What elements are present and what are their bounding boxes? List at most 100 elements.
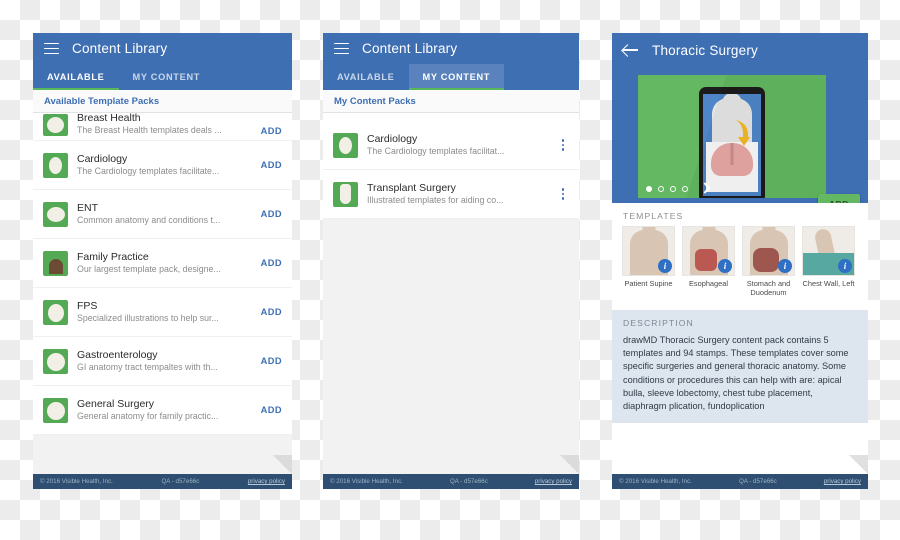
footer-bar: © 2016 Visible Health, Inc. QA - d57e66c… [612, 474, 868, 489]
template-caption: Patient Supine [624, 279, 673, 288]
pack-subtitle: Specialized illustrations to help sur... [77, 313, 219, 323]
carousel-dot-2[interactable] [658, 185, 664, 192]
row-text: Gastroenterology GI anatomy tract tempal… [77, 349, 255, 373]
pack-subtitle: Illustrated templates for aiding co... [367, 195, 504, 205]
app-bar-panel2: Content Library AVAILABLE MY CONTENT [323, 33, 579, 90]
info-icon[interactable]: i [838, 259, 852, 273]
table-row[interactable]: FPS Specialized illustrations to help su… [33, 288, 292, 337]
table-row[interactable]: Family Practice Our largest template pac… [33, 239, 292, 288]
pack-title: Family Practice [77, 251, 149, 263]
template-item[interactable]: i Stomach and Duodenum [742, 226, 795, 297]
tab-available[interactable]: AVAILABLE [323, 64, 409, 90]
pack-subtitle: GI anatomy tract tempaltes with th... [77, 362, 218, 372]
pack-title: FPS [77, 300, 98, 312]
description-section: DESCRIPTION drawMD Thoracic Surgery cont… [612, 310, 868, 424]
table-row[interactable]: Cardiology The Cardiology templates faci… [323, 121, 579, 170]
app-bar-panel3: Thoracic Surgery [612, 33, 868, 67]
pack-subtitle: The Breast Health templates deals ... [77, 125, 222, 135]
pack-thumbnail [43, 152, 68, 178]
title-bar-panel1: Content Library [33, 33, 292, 64]
templates-section: TEMPLATES i Patient Supine i Esophageal [612, 203, 868, 305]
row-text: ENT Common anatomy and conditions t... [77, 202, 255, 226]
pack-thumbnail [43, 348, 68, 374]
table-row[interactable]: Gastroenterology GI anatomy tract tempal… [33, 337, 292, 386]
add-button[interactable]: ADD [261, 307, 282, 317]
info-icon[interactable]: i [778, 259, 792, 273]
panel-pack-detail-thoracic-surgery: Thoracic Surgery ADD [612, 33, 868, 489]
row-text: Breast Health The Breast Health template… [77, 112, 255, 136]
carousel-dot-1[interactable] [646, 185, 652, 192]
table-row[interactable]: Transplant Surgery Illustrated templates… [323, 170, 579, 219]
template-item[interactable]: i Chest Wall, Left [802, 226, 855, 297]
hamburger-icon[interactable] [44, 42, 59, 55]
row-text: FPS Specialized illustrations to help su… [77, 300, 255, 324]
annotation-arrow-icon [725, 120, 750, 146]
template-thumbnail[interactable]: i [742, 226, 795, 276]
table-row[interactable]: Breast Health The Breast Health template… [33, 112, 292, 141]
tab-bar-panel2: AVAILABLE MY CONTENT [323, 64, 579, 90]
table-row[interactable]: Cardiology The Cardiology templates faci… [33, 141, 292, 190]
template-thumbnail[interactable]: i [802, 226, 855, 276]
pack-title: General Surgery [77, 398, 155, 410]
phone-screen [703, 94, 761, 196]
hero-image [638, 75, 826, 198]
privacy-policy-link[interactable]: privacy policy [824, 478, 861, 485]
carousel-dots[interactable] [646, 184, 710, 193]
pack-subtitle: General anatomy for family practic... [77, 411, 219, 421]
pack-thumbnail [43, 114, 68, 136]
carousel-dot-3[interactable] [670, 185, 676, 192]
footer-build: QA - d57e66c [738, 478, 777, 485]
my-content-pack-list[interactable]: Cardiology The Cardiology templates faci… [323, 113, 579, 219]
footer-bar: © 2016 Visible Health, Inc. QA - d57e66c… [33, 474, 292, 489]
carousel-dot-4[interactable] [682, 185, 688, 192]
add-button[interactable]: ADD [261, 126, 282, 136]
pack-subtitle: Common anatomy and conditions t... [77, 215, 221, 225]
page-title: Thoracic Surgery [652, 42, 758, 58]
app-bar-panel1: Content Library AVAILABLE MY CONTENT [33, 33, 292, 90]
info-icon[interactable]: i [718, 259, 732, 273]
pack-thumbnail [333, 132, 358, 158]
templates-thumbnail-row[interactable]: i Patient Supine i Esophageal i Stomach … [612, 226, 868, 305]
privacy-policy-link[interactable]: privacy policy [248, 478, 285, 485]
table-row[interactable]: General Surgery General anatomy for fami… [33, 386, 292, 435]
row-text: Cardiology The Cardiology templates faci… [77, 153, 255, 177]
add-button[interactable]: ADD [261, 356, 282, 366]
pack-subtitle: Our largest template pack, designe... [77, 264, 221, 274]
template-thumbnail[interactable]: i [682, 226, 735, 276]
privacy-policy-link[interactable]: privacy policy [535, 478, 572, 485]
add-button[interactable]: ADD [261, 258, 282, 268]
row-text: Transplant Surgery Illustrated templates… [367, 182, 551, 206]
add-pack-button[interactable]: ADD [817, 194, 860, 203]
head-illustration [722, 94, 742, 118]
chevron-right-icon[interactable] [701, 184, 710, 193]
hamburger-icon[interactable] [334, 42, 349, 55]
pack-hero-carousel[interactable]: ADD [612, 67, 868, 203]
overflow-menu-icon[interactable] [557, 188, 569, 200]
pack-subtitle: The Cardiology templates facilitat... [367, 146, 505, 156]
footer-bar: © 2016 Visible Health, Inc. QA - d57e66c… [323, 474, 579, 489]
template-caption: Chest Wall, Left [802, 279, 855, 288]
info-icon[interactable]: i [658, 259, 672, 273]
add-button[interactable]: ADD [261, 160, 282, 170]
row-text: Family Practice Our largest template pac… [77, 251, 255, 275]
template-pack-list[interactable]: Breast Health The Breast Health template… [33, 112, 292, 435]
template-thumbnail[interactable]: i [622, 226, 675, 276]
page-title: Content Library [72, 41, 168, 56]
back-arrow-icon[interactable] [623, 43, 639, 57]
tab-my-content[interactable]: MY CONTENT [119, 64, 215, 90]
row-text: Cardiology The Cardiology templates faci… [367, 133, 551, 157]
title-bar-panel2: Content Library [323, 33, 579, 64]
footer-build: QA - d57e66c [161, 478, 200, 485]
pack-title: ENT [77, 202, 98, 214]
add-button[interactable]: ADD [261, 405, 282, 415]
description-text: drawMD Thoracic Surgery content pack con… [623, 335, 849, 412]
add-button[interactable]: ADD [261, 209, 282, 219]
description-label: DESCRIPTION [623, 318, 694, 328]
page-title: Content Library [362, 41, 458, 56]
template-item[interactable]: i Patient Supine [622, 226, 675, 297]
tab-available[interactable]: AVAILABLE [33, 64, 119, 90]
tab-my-content[interactable]: MY CONTENT [408, 64, 505, 90]
table-row[interactable]: ENT Common anatomy and conditions t... A… [33, 190, 292, 239]
template-item[interactable]: i Esophageal [682, 226, 735, 297]
overflow-menu-icon[interactable] [557, 139, 569, 151]
